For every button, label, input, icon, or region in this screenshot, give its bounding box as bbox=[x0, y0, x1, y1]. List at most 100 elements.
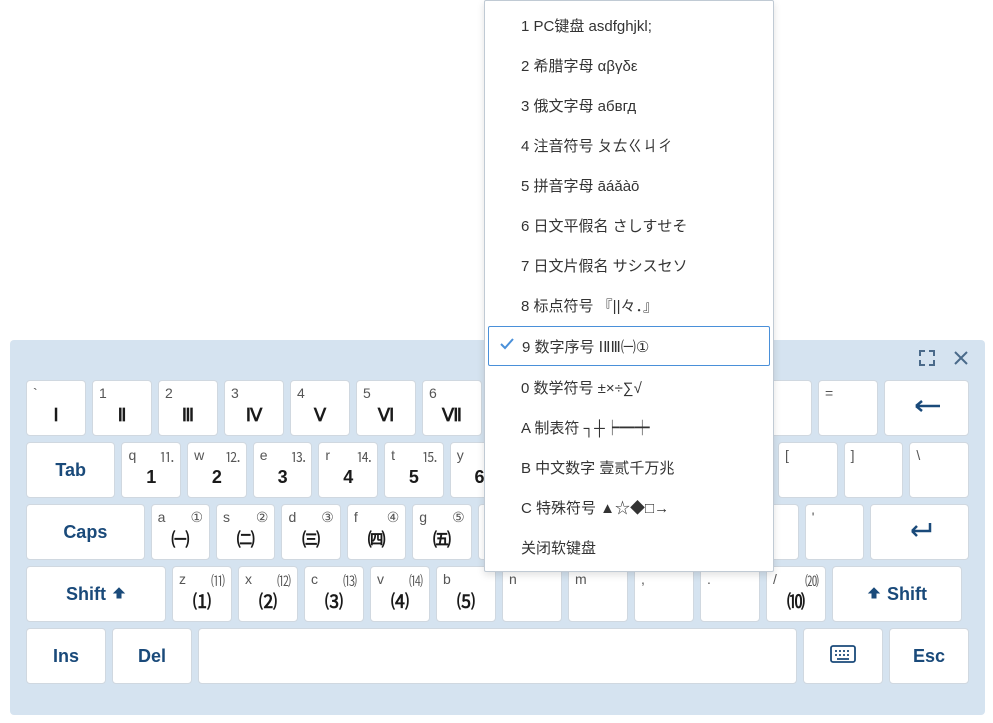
key-upper: ` bbox=[33, 385, 38, 401]
key-row2-12[interactable]: \ bbox=[909, 442, 969, 498]
key-letter: b bbox=[443, 571, 451, 587]
tab-key[interactable]: Tab bbox=[26, 442, 115, 498]
key-letter: t bbox=[391, 447, 395, 463]
key-row1-1[interactable]: 1Ⅱ bbox=[92, 380, 152, 436]
menu-item-0[interactable]: 0 数学符号 ±×÷∑√ bbox=[485, 367, 773, 407]
shift-left-key[interactable]: Shift bbox=[26, 566, 166, 622]
key-main: ㈠ bbox=[171, 526, 189, 552]
menu-item-7[interactable]: 7 日文片假名 サシスセソ bbox=[485, 245, 773, 285]
menu-item-label: 1 PC键盘 asdfghjkl; bbox=[521, 15, 652, 36]
ins-key[interactable]: Ins bbox=[26, 628, 106, 684]
key-row4-7[interactable]: , bbox=[634, 566, 694, 622]
key-row3-1[interactable]: s②㈡ bbox=[216, 504, 275, 560]
key-row4-8[interactable]: . bbox=[700, 566, 760, 622]
key-row4-9[interactable]: /⒇⑽ bbox=[766, 566, 826, 622]
shift-right-key[interactable]: Shift bbox=[832, 566, 962, 622]
key-upper-sym: ⑤ bbox=[452, 509, 465, 526]
key-main: Ⅵ bbox=[378, 405, 395, 426]
menu-item-A[interactable]: A 制表符 ┐┼┝━┿ bbox=[485, 407, 773, 447]
key-letter: e bbox=[260, 447, 268, 463]
del-key[interactable]: Del bbox=[112, 628, 192, 684]
key-upper-sym: ⑿ bbox=[277, 571, 291, 591]
key-row4-6[interactable]: m bbox=[568, 566, 628, 622]
row-5: Ins Del Esc bbox=[26, 628, 969, 684]
key-upper-sym: ⒖ bbox=[423, 447, 437, 467]
key-row1-0[interactable]: `Ⅰ bbox=[26, 380, 86, 436]
key-main: ⑸ bbox=[457, 588, 475, 614]
key-main: Ⅳ bbox=[246, 405, 263, 426]
menu-item-2[interactable]: 2 希腊字母 αβγδε bbox=[485, 45, 773, 85]
key-main: ㈣ bbox=[368, 526, 386, 552]
key-letter: f bbox=[354, 509, 358, 525]
menu-item-label: 2 希腊字母 αβγδε bbox=[521, 55, 638, 76]
key-main: Ⅱ bbox=[118, 405, 127, 426]
key-row1-12[interactable]: = bbox=[818, 380, 878, 436]
close-icon[interactable] bbox=[951, 348, 971, 368]
key-row4-1[interactable]: x⑿⑵ bbox=[238, 566, 298, 622]
key-letter: / bbox=[773, 571, 777, 587]
key-letter: r bbox=[325, 447, 330, 463]
menu-item-label: 5 拼音字母 āáǎàō bbox=[521, 175, 639, 196]
key-upper: 5 bbox=[363, 385, 371, 401]
menu-item-B[interactable]: B 中文数字 壹贰千万兆 bbox=[485, 447, 773, 487]
menu-item-label: C 特殊符号 ▲☆◆□→ bbox=[521, 497, 669, 518]
key-letter: , bbox=[641, 571, 645, 587]
key-upper: 6 bbox=[429, 385, 437, 401]
soft-keyboard-layout-key[interactable] bbox=[803, 628, 883, 684]
backspace-key[interactable] bbox=[884, 380, 969, 436]
key-row3-3[interactable]: f ④㈣ bbox=[347, 504, 406, 560]
esc-key[interactable]: Esc bbox=[889, 628, 969, 684]
key-main: 4 bbox=[343, 467, 353, 488]
key-main: Ⅴ bbox=[314, 405, 326, 426]
key-row3-10[interactable]: ' bbox=[805, 504, 864, 560]
key-row3-0[interactable]: a①㈠ bbox=[151, 504, 210, 560]
caps-key[interactable]: Caps bbox=[26, 504, 145, 560]
menu-item-4[interactable]: 4 注音符号 ㄆㄊㄍㄐㄔ bbox=[485, 125, 773, 165]
key-row4-0[interactable]: z⑾⑴ bbox=[172, 566, 232, 622]
key-upper-sym: ⒒ bbox=[160, 447, 174, 467]
key-row2-2[interactable]: e⒔3 bbox=[253, 442, 313, 498]
key-letter: ] bbox=[851, 447, 855, 463]
space-key[interactable] bbox=[198, 628, 797, 684]
key-letter: z bbox=[179, 571, 186, 587]
enter-key[interactable] bbox=[870, 504, 969, 560]
menu-item-label: 6 日文平假名 さしすせそ bbox=[521, 215, 687, 236]
key-row2-10[interactable]: [ bbox=[778, 442, 838, 498]
backspace-icon bbox=[912, 399, 942, 418]
key-row2-4[interactable]: t⒖5 bbox=[384, 442, 444, 498]
key-row3-2[interactable]: d③㈢ bbox=[281, 504, 340, 560]
menu-close-item[interactable]: 关闭软键盘 bbox=[485, 527, 773, 567]
expand-icon[interactable] bbox=[917, 348, 937, 368]
key-letter: n bbox=[509, 571, 517, 587]
row-4: Shift z⑾⑴x⑿⑵c⒀⑶v⒁⑷b⑸nm,./⒇⑽ Shift bbox=[26, 566, 969, 622]
key-row3-4[interactable]: g⑤㈤ bbox=[412, 504, 471, 560]
key-upper-sym: ② bbox=[256, 509, 269, 526]
menu-item-9[interactable]: 9 数字序号 ⅠⅡⅢ㈠① bbox=[488, 326, 770, 366]
menu-item-1[interactable]: 1 PC键盘 asdfghjkl; bbox=[485, 5, 773, 45]
menu-item-6[interactable]: 6 日文平假名 さしすせそ bbox=[485, 205, 773, 245]
key-row2-11[interactable]: ] bbox=[844, 442, 904, 498]
menu-item-C[interactable]: C 特殊符号 ▲☆◆□→ bbox=[485, 487, 773, 527]
key-row1-2[interactable]: 2Ⅲ bbox=[158, 380, 218, 436]
key-upper: = bbox=[825, 385, 833, 401]
key-row2-3[interactable]: r⒕4 bbox=[318, 442, 378, 498]
menu-item-label: 9 数字序号 ⅠⅡⅢ㈠① bbox=[522, 336, 649, 357]
key-row1-4[interactable]: 4Ⅴ bbox=[290, 380, 350, 436]
key-row2-0[interactable]: q⒒1 bbox=[121, 442, 181, 498]
key-main: Ⅶ bbox=[442, 405, 462, 426]
layout-menu: 1 PC键盘 asdfghjkl; 2 希腊字母 αβγδε 3 俄文字母 абвг… bbox=[484, 0, 774, 572]
key-upper-sym: ① bbox=[190, 509, 203, 526]
menu-item-8[interactable]: 8 标点符号 『||々．』 bbox=[485, 285, 773, 325]
key-row1-3[interactable]: 3Ⅳ bbox=[224, 380, 284, 436]
menu-item-3[interactable]: 3 俄文字母 абвгд bbox=[485, 85, 773, 125]
key-row1-6[interactable]: 6Ⅶ bbox=[422, 380, 482, 436]
key-row4-2[interactable]: c⒀⑶ bbox=[304, 566, 364, 622]
key-row4-4[interactable]: b⑸ bbox=[436, 566, 496, 622]
key-row4-3[interactable]: v⒁⑷ bbox=[370, 566, 430, 622]
key-row1-5[interactable]: 5Ⅵ bbox=[356, 380, 416, 436]
key-main: ㈤ bbox=[433, 526, 451, 552]
key-row4-5[interactable]: n bbox=[502, 566, 562, 622]
menu-item-5[interactable]: 5 拼音字母 āáǎàō bbox=[485, 165, 773, 205]
key-upper-sym: ④ bbox=[387, 509, 400, 526]
key-row2-1[interactable]: w⒓2 bbox=[187, 442, 247, 498]
